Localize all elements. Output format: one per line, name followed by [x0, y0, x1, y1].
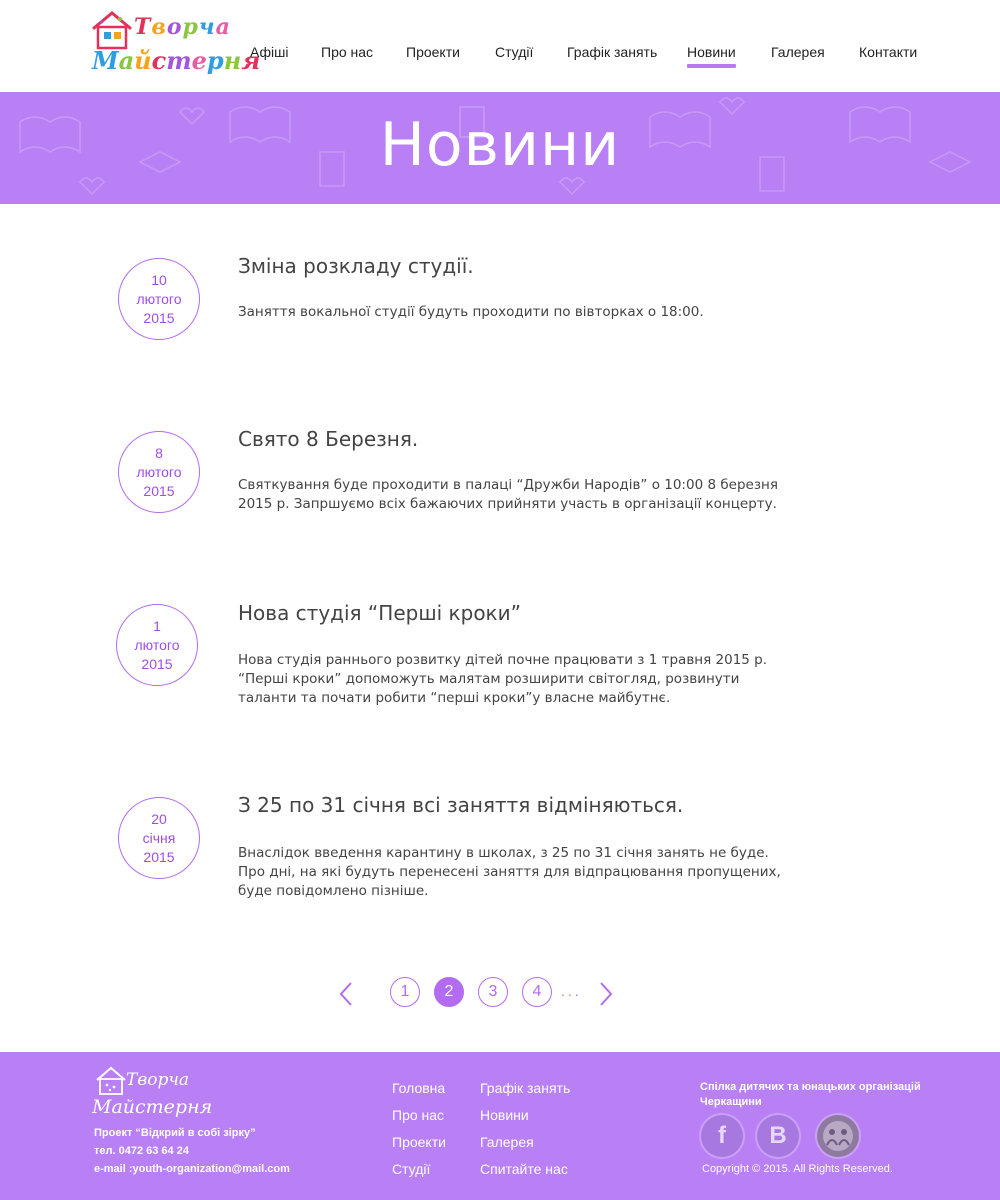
news-date-year: 2015 [143, 483, 175, 499]
news-title[interactable]: Зміна розкладу студії. [238, 254, 474, 278]
news-date-year: 2015 [141, 656, 173, 672]
footer-link-about[interactable]: Про нас [392, 1107, 444, 1123]
footer-link-gallery[interactable]: Галерея [480, 1134, 534, 1150]
footer-link-news[interactable]: Новини [480, 1107, 529, 1123]
news-date-badge: 8 лютого 2015 [118, 431, 200, 513]
footer-logo-line2: Майстерня [92, 1096, 213, 1118]
chevron-right-icon[interactable] [598, 981, 614, 1007]
nav-item-schedule[interactable]: Графік занять [567, 44, 657, 60]
site-footer: Творча Майстерня Проект “Відкрий в собі … [0, 1052, 1000, 1200]
logo-line1: Творча [134, 14, 231, 40]
news-date-badge: 20 січня 2015 [118, 797, 200, 879]
nav-item-news[interactable]: Новини [687, 44, 736, 68]
vkontakte-icon[interactable]: B [757, 1115, 799, 1157]
news-date-day: 10 [151, 272, 167, 288]
news-text: Святкування буде проходити в палаці “Дру… [238, 477, 778, 512]
nav-item-contacts[interactable]: Контакти [859, 44, 917, 60]
footer-email[interactable]: e-mail :youth-organization@mail.com [94, 1163, 290, 1175]
news-date-year: 2015 [143, 310, 175, 326]
nav-item-projects[interactable]: Проекти [406, 44, 460, 60]
pagination-page-3[interactable]: 3 [478, 977, 508, 1007]
pagination-page-2-current[interactable]: 2 [434, 977, 464, 1007]
facebook-glyph: f [718, 1122, 726, 1149]
news-title[interactable]: Свято 8 Березня. [238, 427, 418, 451]
pagination: 1 2 3 4 ... [0, 975, 1000, 1011]
pagination-page-1[interactable]: 1 [390, 977, 420, 1007]
news-date-month: лютого [136, 464, 182, 480]
main-nav: Афіші Про нас Проекти Студії Графік заня… [0, 44, 1000, 74]
footer-logo[interactable]: Творча Майстерня [92, 1066, 212, 1124]
footer-link-schedule[interactable]: Графік занять [480, 1080, 570, 1096]
news-date-day: 8 [155, 445, 163, 461]
footer-logo-line1: Творча [126, 1070, 190, 1090]
footer-project: Проект “Відкрий в собі зірку” [94, 1127, 256, 1139]
house-logo-icon [96, 1066, 126, 1095]
organization-emblem-icon[interactable] [817, 1115, 859, 1157]
news-text: Внаслідок введення карантину в школах, з… [238, 845, 781, 899]
copyright: Copyright © 2015. All Rights Reserved. [702, 1163, 893, 1175]
footer-link-ask-us[interactable]: Спитайте нас [480, 1161, 568, 1177]
news-title[interactable]: З 25 по 31 січня всі заняття відміняютьс… [238, 793, 683, 817]
news-text: Заняття вокальної студії будуть проходит… [238, 304, 704, 320]
footer-link-home[interactable]: Головна [392, 1080, 445, 1096]
site-header: Творча Майстерня Афіші Про нас Проекти С… [0, 0, 1000, 92]
footer-link-projects[interactable]: Проекти [392, 1134, 446, 1150]
vkontakte-glyph: B [769, 1122, 787, 1149]
emblem-figures-icon [823, 1121, 853, 1151]
news-date-month: лютого [134, 637, 180, 653]
news-date-day: 20 [151, 811, 167, 827]
news-date-day: 1 [153, 618, 161, 634]
page-title: Новини [379, 110, 621, 180]
footer-link-studios[interactable]: Студії [392, 1161, 430, 1177]
chevron-left-icon[interactable] [338, 981, 354, 1007]
footer-phone: тел. 0472 63 64 24 [94, 1145, 189, 1157]
news-date-month: лютого [136, 291, 182, 307]
news-title[interactable]: Нова студія “Перші кроки” [238, 601, 521, 625]
pagination-ellipsis: ... [561, 983, 582, 999]
news-date-year: 2015 [143, 849, 175, 865]
nav-item-about[interactable]: Про нас [321, 44, 373, 60]
facebook-icon[interactable]: f [701, 1115, 743, 1157]
footer-organization: Спілка дитячих та юнацьких організацій Ч… [700, 1081, 921, 1108]
nav-item-afishi[interactable]: Афіші [250, 44, 288, 60]
news-text: Нова студія раннього розвитку дітей почн… [238, 652, 768, 706]
nav-item-studios[interactable]: Студії [495, 44, 533, 60]
page-banner: Новини [0, 92, 1000, 204]
news-date-badge: 1 лютого 2015 [116, 604, 198, 686]
pagination-page-4[interactable]: 4 [522, 977, 552, 1007]
news-date-badge: 10 лютого 2015 [118, 258, 200, 340]
news-date-month: січня [142, 830, 176, 846]
nav-item-gallery[interactable]: Галерея [771, 44, 825, 60]
